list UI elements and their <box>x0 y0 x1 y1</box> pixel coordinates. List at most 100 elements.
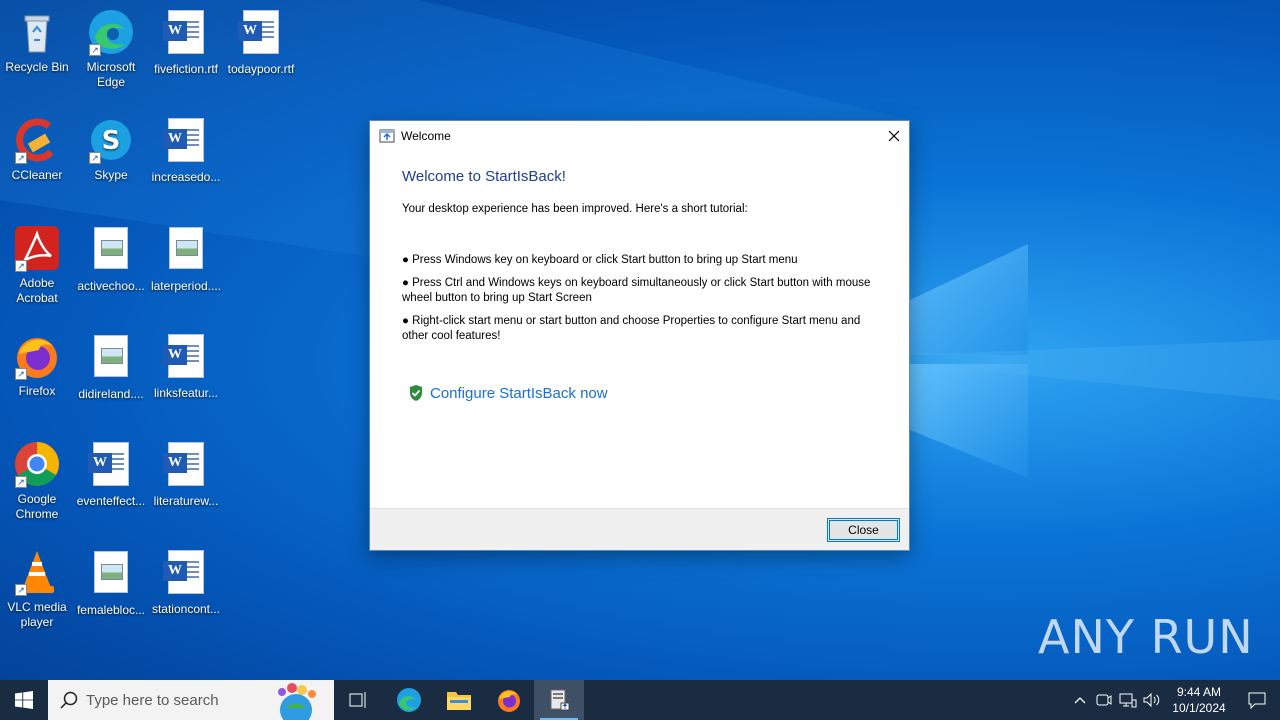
desktop-icon-label: Google Chrome <box>15 492 59 521</box>
desktop-icon-label: CCleaner <box>11 168 63 182</box>
word-document-icon: W <box>87 442 135 490</box>
action-center-button[interactable] <box>1234 680 1280 720</box>
desktop-icon-edge[interactable]: ↗ Microsoft Edge <box>74 8 148 90</box>
desktop-icon-label: fivefiction.rtf <box>153 62 219 76</box>
word-document-icon: W <box>162 118 210 166</box>
desktop-icon-label: VLC media player <box>7 600 67 629</box>
shortcut-arrow-icon: ↗ <box>15 584 27 596</box>
show-hidden-icons-button[interactable] <box>1068 680 1092 720</box>
desktop-icon-label: didireland.... <box>78 387 144 401</box>
folder-icon <box>447 692 471 710</box>
desktop-icon-didireland[interactable]: didireland.... <box>74 332 148 402</box>
tray-meet-button[interactable] <box>1092 680 1116 720</box>
search-placeholder: Type here to search <box>86 691 219 709</box>
desktop-icon-skype[interactable]: S ↗ Skype <box>74 116 148 183</box>
taskbar-firefox-button[interactable] <box>484 680 534 720</box>
taskbar-startisback-button[interactable] <box>534 680 584 720</box>
configure-startisback-link[interactable]: Configure StartIsBack now <box>408 384 878 402</box>
network-icon <box>1119 693 1137 708</box>
task-view-button[interactable] <box>334 680 384 720</box>
ccleaner-icon: ↗ <box>13 116 61 164</box>
desktop-icon-literaturew[interactable]: W literaturew... <box>149 440 223 509</box>
meet-now-icon <box>1096 694 1112 706</box>
desktop-icon-label: laterperiod.... <box>150 279 222 293</box>
desktop-icon-linksfeatur[interactable]: W linksfeatur... <box>149 332 223 401</box>
desktop-icon-label: activechoo... <box>77 279 145 293</box>
dialog-titlebar[interactable]: Welcome <box>370 121 909 151</box>
desktop-icon-adobe-acrobat[interactable]: ↗ Adobe Acrobat <box>0 224 74 306</box>
image-file-icon <box>87 227 135 275</box>
desktop-icon-fivefiction[interactable]: W fivefiction.rtf <box>149 8 223 77</box>
word-document-icon: W <box>162 334 210 382</box>
vlc-icon: ↗ <box>13 548 61 596</box>
image-file-icon <box>87 551 135 599</box>
task-view-icon <box>349 692 366 708</box>
shortcut-arrow-icon: ↗ <box>89 152 101 164</box>
desktop-icon-stationcont[interactable]: W stationcont... <box>149 548 223 617</box>
shortcut-arrow-icon: ↗ <box>15 368 27 380</box>
taskbar-clock[interactable]: 9:44 AM 10/1/2024 <box>1164 684 1234 716</box>
desktop-icon-todaypoor[interactable]: W todaypoor.rtf <box>224 8 298 77</box>
taskbar-edge-button[interactable] <box>384 680 434 720</box>
desktop-icon-ccleaner[interactable]: ↗ CCleaner <box>0 116 74 183</box>
tutorial-bullet: ● Right-click start menu or start button… <box>402 315 861 342</box>
welcome-dialog: Welcome Welcome to StartIsBack! Your des… <box>369 120 910 551</box>
firefox-icon: ↗ <box>13 332 61 380</box>
close-button[interactable]: Close <box>827 518 900 542</box>
dialog-heading: Welcome to StartIsBack! <box>402 168 566 185</box>
desktop-icon-laterperiod[interactable]: laterperiod.... <box>149 224 223 294</box>
system-tray: 9:44 AM 10/1/2024 <box>1068 680 1280 720</box>
edge-icon: ↗ <box>87 8 135 56</box>
shortcut-arrow-icon: ↗ <box>15 152 27 164</box>
shortcut-arrow-icon: ↗ <box>15 476 27 488</box>
search-highlight-icon[interactable] <box>258 680 334 720</box>
dialog-footer: Close <box>370 508 909 550</box>
desktop-icon-firefox[interactable]: ↗ Firefox <box>0 332 74 399</box>
image-file-icon <box>87 335 135 383</box>
dialog-intro: Your desktop experience has been improve… <box>402 203 748 215</box>
clock-time: 9:44 AM <box>1176 685 1222 699</box>
desktop-icon-label: Microsoft Edge <box>86 60 136 89</box>
desktop-icon-activechoo[interactable]: activechoo... <box>74 224 148 294</box>
edge-icon <box>397 688 421 712</box>
desktop-icon-label: Adobe Acrobat <box>16 276 58 305</box>
word-document-icon: W <box>162 10 210 58</box>
anyrun-watermark: ANY RUN <box>1038 610 1254 664</box>
word-document-icon: W <box>237 10 285 58</box>
shortcut-arrow-icon: ↗ <box>15 260 27 272</box>
desktop-icon-label: Skype <box>94 168 128 182</box>
windows-logo-icon <box>15 691 33 709</box>
desktop-icon-eventeffect[interactable]: W eventeffect... <box>74 440 148 509</box>
desktop-icon-femalebloc[interactable]: femalebloc... <box>74 548 148 618</box>
notification-icon <box>1248 692 1266 709</box>
word-document-icon: W <box>162 550 210 598</box>
desktop-icon-increasedo[interactable]: W increasedo... <box>149 116 223 185</box>
desktop-icon-label: Recycle Bin <box>5 60 69 74</box>
start-button[interactable] <box>0 680 48 720</box>
chrome-icon: ↗ <box>13 440 61 488</box>
startisback-app-icon <box>550 689 570 711</box>
shortcut-arrow-icon: ↗ <box>89 44 101 56</box>
shield-check-icon <box>410 385 422 401</box>
dialog-close-x-button[interactable] <box>879 121 909 151</box>
close-icon <box>888 130 900 142</box>
desktop-icon-vlc[interactable]: ↗ VLC media player <box>0 548 74 630</box>
image-file-icon <box>162 227 210 275</box>
watermark-text: ANY RUN <box>1038 610 1254 664</box>
desktop-icon-label: linksfeatur... <box>153 386 219 400</box>
tray-network-button[interactable] <box>1116 680 1140 720</box>
volume-icon <box>1143 692 1160 708</box>
desktop-icon-label: literaturew... <box>153 494 219 508</box>
taskbar-search-box[interactable]: Type here to search <box>48 680 334 720</box>
taskbar: Type here to search 9:44 AM 10/1/2024 <box>0 680 1280 720</box>
desktop-icon-recycle-bin[interactable]: Recycle Bin <box>0 8 74 75</box>
clock-date: 10/1/2024 <box>1172 701 1226 715</box>
taskbar-file-explorer-button[interactable] <box>434 680 484 720</box>
desktop-icon-google-chrome[interactable]: ↗ Google Chrome <box>0 440 74 522</box>
chevron-up-icon <box>1074 697 1086 704</box>
desktop-icon-label: eventeffect... <box>76 494 146 508</box>
search-icon <box>60 691 78 709</box>
tray-volume-button[interactable] <box>1140 680 1164 720</box>
word-document-icon: W <box>162 442 210 490</box>
startisback-app-icon <box>379 129 395 143</box>
